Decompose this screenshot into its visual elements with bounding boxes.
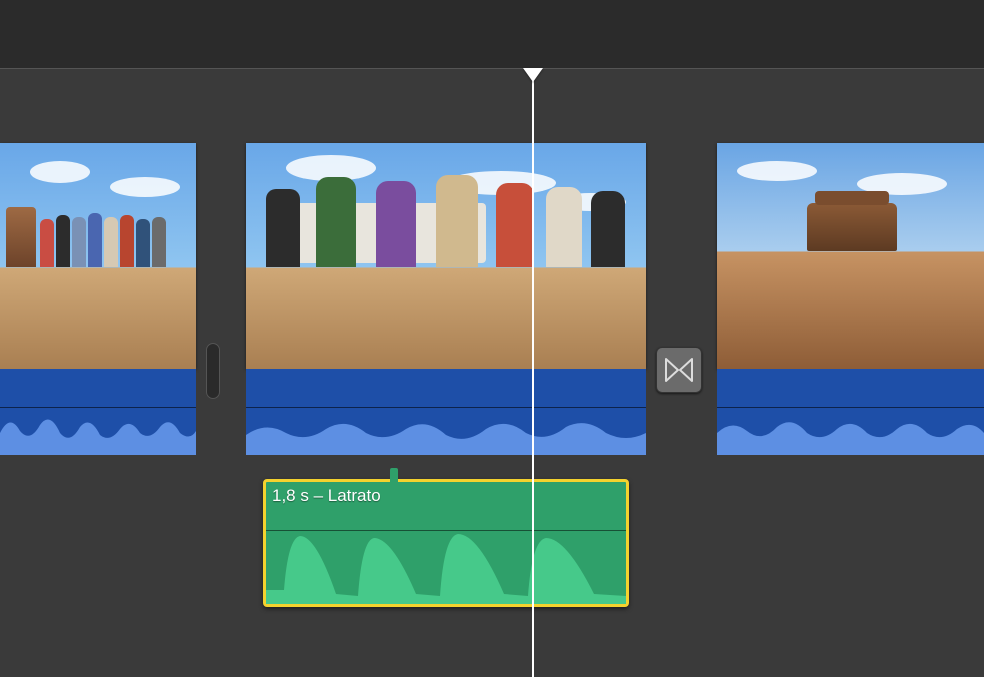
clip-thumbnail bbox=[246, 143, 646, 369]
clip-audio-track[interactable] bbox=[0, 369, 196, 455]
sound-effect-label: 1,8 s – Latrato bbox=[272, 486, 381, 506]
clip-edge-handle[interactable] bbox=[206, 343, 220, 399]
video-clip[interactable] bbox=[717, 143, 984, 455]
timeline[interactable]: 1,8 s – Latrato bbox=[0, 68, 984, 677]
playhead-marker-icon bbox=[523, 68, 543, 82]
sound-effect-pin[interactable] bbox=[390, 468, 398, 482]
sound-effect-name: Latrato bbox=[328, 486, 381, 505]
video-clip[interactable] bbox=[0, 143, 196, 455]
clip-thumbnail bbox=[717, 143, 984, 369]
sound-effect-duration: 1,8 s bbox=[272, 486, 309, 505]
sound-effect-clip[interactable]: 1,8 s – Latrato bbox=[263, 479, 629, 607]
toolbar-strip bbox=[0, 0, 984, 68]
clip-audio-track[interactable] bbox=[246, 369, 646, 455]
video-clip[interactable] bbox=[246, 143, 646, 455]
transition-icon[interactable] bbox=[656, 347, 702, 393]
clip-thumbnail bbox=[0, 143, 196, 369]
clip-audio-track[interactable] bbox=[717, 369, 984, 455]
sound-effect-waveform bbox=[266, 530, 626, 604]
